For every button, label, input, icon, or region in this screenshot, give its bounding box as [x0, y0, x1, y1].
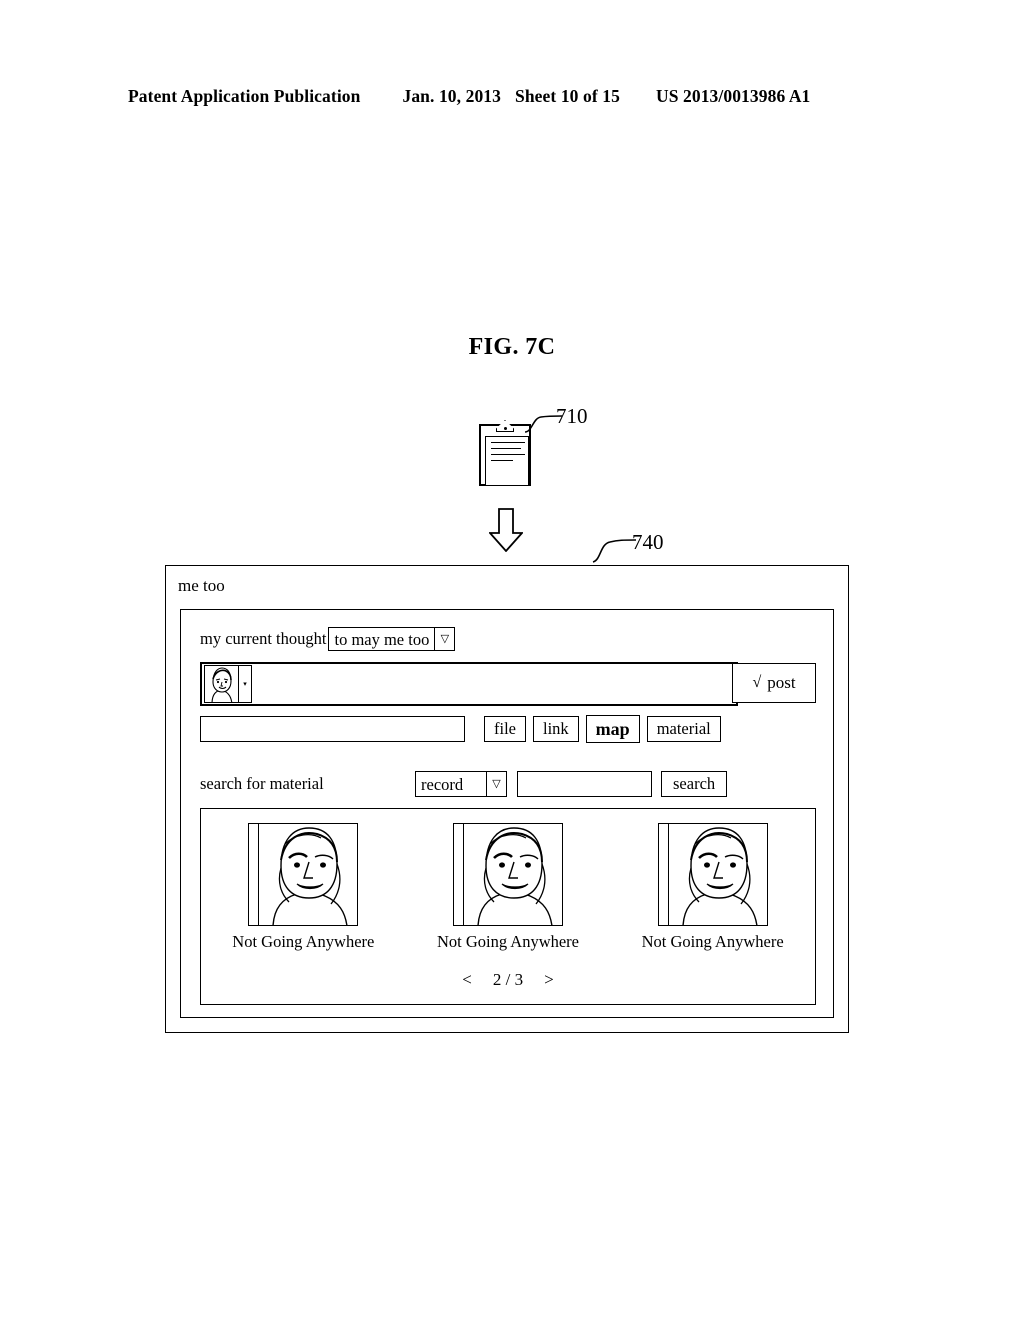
publication-date: Jan. 10, 2013: [402, 86, 502, 106]
patent-header: Patent Application Publication Jan. 10, …: [128, 86, 896, 107]
patent-number: US 2013/0013986 A1: [655, 86, 811, 106]
search-material-row: search for material record ▽ search: [200, 771, 816, 797]
clipboard-text-line: [491, 448, 521, 449]
reference-numeral-710: 710: [556, 404, 588, 428]
down-arrow-icon: [489, 508, 523, 552]
attached-avatar-chip[interactable]: ▾: [204, 665, 252, 703]
result-caption: Not Going Anywhere: [436, 932, 580, 951]
result-item[interactable]: Not Going Anywhere: [618, 823, 808, 952]
current-thought-row: my current thought to may me too ▽: [200, 627, 456, 651]
result-item[interactable]: Not Going Anywhere: [413, 823, 603, 952]
figure-title: FIG. 7C: [468, 334, 556, 360]
chevron-down-icon[interactable]: ▽: [434, 628, 454, 650]
attach-map-button[interactable]: map: [585, 715, 640, 743]
attachment-row: file link map material: [200, 715, 816, 743]
previous-page-button[interactable]: <: [460, 970, 474, 990]
sheet-number: Sheet 10 of 15: [515, 86, 620, 106]
next-page-button[interactable]: >: [542, 970, 556, 990]
clipboard-text-line: [491, 442, 525, 443]
current-thought-select[interactable]: to may me too ▽: [328, 627, 456, 651]
search-material-label: search for material: [200, 774, 324, 793]
thumbnail-artwork: [669, 824, 767, 925]
search-type-value: record: [421, 774, 464, 794]
window-title: me too: [178, 576, 225, 595]
me-too-window: me too my current thought to may me too …: [165, 565, 849, 1033]
post-button[interactable]: √ post: [732, 663, 816, 703]
search-query-input[interactable]: [517, 771, 652, 797]
thumbnail-side-strip: [249, 824, 260, 925]
avatar-face-icon: [205, 666, 239, 702]
portrait-thumbnail-icon[interactable]: [248, 823, 359, 926]
attachment-buttons: file link map material: [484, 715, 721, 743]
search-type-select[interactable]: record ▽: [415, 771, 507, 797]
search-results-panel: Not Going Anywhere Not Going Anywhere No…: [200, 808, 816, 1005]
attach-file-button[interactable]: file: [484, 716, 526, 742]
results-pagination: < 2 / 3 >: [201, 970, 815, 990]
result-caption: Not Going Anywhere: [232, 932, 375, 951]
current-thought-label: my current thought: [200, 629, 327, 648]
publication-label: Patent Application Publication: [128, 86, 361, 106]
results-grid: Not Going Anywhere Not Going Anywhere No…: [201, 823, 815, 952]
result-caption: Not Going Anywhere: [641, 932, 784, 951]
search-button[interactable]: search: [661, 771, 728, 797]
attachment-input[interactable]: [200, 716, 465, 742]
thumbnail-side-strip: [453, 824, 464, 925]
attach-material-button[interactable]: material: [646, 716, 721, 742]
compose-row: ▾ √ post: [200, 662, 816, 706]
clipboard-text-line: [491, 454, 525, 455]
page-indicator: 2 / 3: [492, 970, 524, 989]
check-icon: √: [752, 674, 762, 691]
window-content-panel: my current thought to may me too ▽ ▾ √ p…: [180, 609, 834, 1018]
chevron-down-icon[interactable]: ▽: [486, 772, 506, 796]
portrait-thumbnail-icon[interactable]: [657, 823, 768, 926]
attach-link-button[interactable]: link: [533, 716, 579, 742]
thumbnail-artwork: [259, 824, 357, 925]
portrait-thumbnail-icon[interactable]: [452, 823, 563, 926]
post-text-input[interactable]: ▾: [200, 662, 738, 706]
post-button-label: post: [767, 673, 796, 692]
current-thought-value: to may me too: [334, 629, 430, 649]
result-item[interactable]: Not Going Anywhere: [208, 823, 398, 952]
thumbnail-artwork: [464, 824, 562, 925]
clipboard-text-line: [491, 460, 513, 461]
thumbnail-side-strip: [658, 824, 669, 925]
clipboard-paper: [485, 436, 529, 486]
reference-numeral-740: 740: [632, 530, 664, 554]
avatar-dropdown-icon[interactable]: ▾: [239, 666, 251, 702]
